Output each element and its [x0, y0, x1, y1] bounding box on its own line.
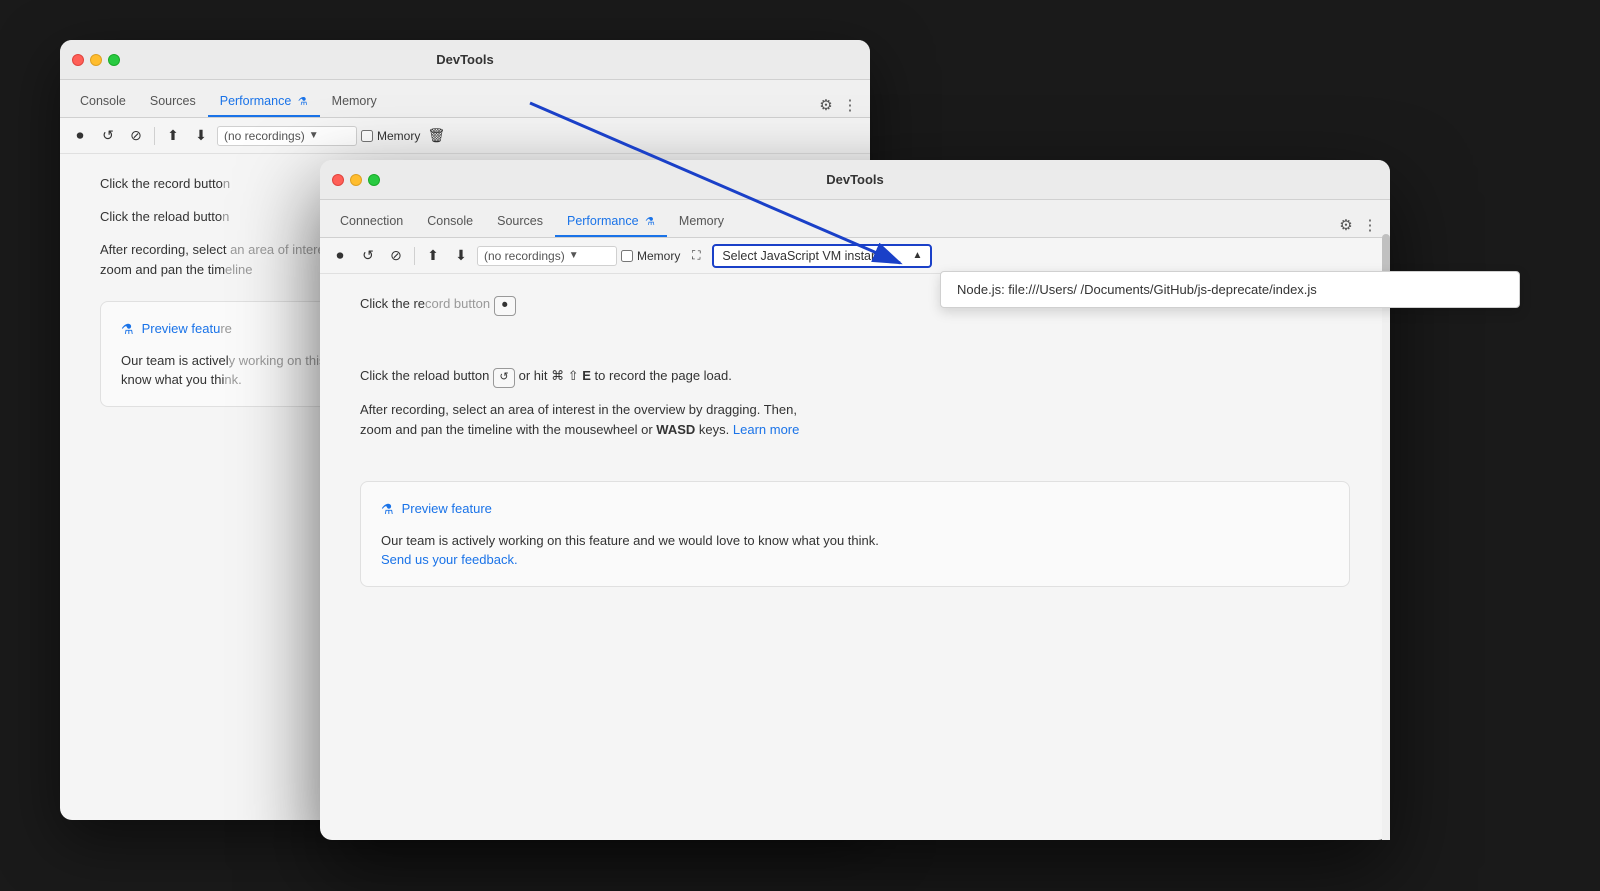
front-window-inner: DevTools Connection Console Sources Perf… [320, 160, 1390, 840]
front-close-button[interactable] [332, 174, 344, 186]
front-tab-console[interactable]: Console [415, 208, 485, 237]
front-more-button[interactable]: ⋮ [1358, 213, 1382, 237]
back-preview-label: Preview feature [142, 319, 232, 340]
back-trash-button[interactable]: 🗑 [424, 124, 448, 148]
back-toolbar: ⏺ ↺ ⊘ ⬆ ⬇ (no recordings) ▼ Memory 🗑 [60, 118, 870, 154]
front-traffic-lights [332, 174, 380, 186]
front-capture-button[interactable]: ⛶ [684, 244, 708, 268]
front-tab-performance[interactable]: Performance ⚗ [555, 208, 667, 237]
front-preview-body: Our team is actively working on this fea… [381, 531, 1329, 570]
vm-dropdown-item[interactable]: Node.js: file:///Users/ /Documents/GitHu… [941, 272, 1390, 307]
memory-check-input[interactable] [361, 130, 373, 142]
front-maximize-button[interactable] [368, 174, 380, 186]
recordings-text: (no recordings) [224, 129, 305, 143]
front-recordings-dropdown[interactable]: (no recordings) ▼ [477, 246, 617, 266]
feedback-link[interactable]: Send us your feedback. [381, 552, 518, 567]
back-window-title: DevTools [436, 52, 494, 67]
back-tab-console[interactable]: Console [68, 88, 138, 117]
front-dropdown-arrow-icon: ▼ [569, 250, 579, 261]
front-memory-checkbox[interactable]: Memory [621, 249, 680, 263]
front-panel-content: Click the record button ⏺ Click the relo… [320, 274, 1390, 607]
back-titlebar: DevTools [60, 40, 870, 80]
front-tab-connection[interactable]: Connection [328, 208, 415, 237]
back-tab-sources[interactable]: Sources [138, 88, 208, 117]
back-tab-performance[interactable]: Performance ⚗ [208, 88, 320, 117]
front-minimize-button[interactable] [350, 174, 362, 186]
back-download-button[interactable]: ⬇ [189, 124, 213, 148]
toolbar-divider-1 [154, 127, 155, 145]
back-more-button[interactable]: ⋮ [838, 93, 862, 117]
front-toolbar-divider-1 [414, 247, 415, 265]
front-recordings-text: (no recordings) [484, 249, 565, 263]
front-devtools-window: DevTools Connection Console Sources Perf… [320, 160, 1390, 840]
front-devtools-tabs: Connection Console Sources Performance ⚗… [320, 200, 1390, 238]
flask-icon: ⚗ [298, 95, 308, 108]
front-cancel-button[interactable]: ⊘ [384, 244, 408, 268]
back-record-button[interactable]: ⏺ [68, 124, 92, 148]
reload-kbd: ↺ [493, 368, 515, 388]
back-reload-button[interactable]: ↺ [96, 124, 120, 148]
wasd-bold: WASD [656, 422, 695, 437]
front-preview-feature-header: ⚗ Preview feature [381, 498, 1329, 520]
back-cancel-button[interactable]: ⊘ [124, 124, 148, 148]
e-key: E [582, 368, 591, 383]
front-settings-button[interactable]: ⚙ [1334, 213, 1358, 237]
vm-instance-dropdown[interactable]: Node.js: file:///Users/ /Documents/GitHu… [940, 271, 1390, 308]
back-close-button[interactable] [72, 54, 84, 66]
front-line3: After recording, select an area of inter… [360, 400, 1350, 442]
back-upload-button[interactable]: ⬆ [161, 124, 185, 148]
back-settings-button[interactable]: ⚙ [814, 93, 838, 117]
back-tab-memory[interactable]: Memory [320, 88, 389, 117]
back-memory-checkbox[interactable]: Memory [361, 129, 420, 143]
memory-checkbox-label: Memory [377, 129, 420, 143]
front-record-button[interactable]: ⏺ [328, 244, 352, 268]
front-window-title: DevTools [826, 172, 884, 187]
back-devtools-tabs: Console Sources Performance ⚗ Memory ⚙ ⋮ [60, 80, 870, 118]
vm-select-label: Select JavaScript VM instance [722, 249, 891, 263]
learn-more-link[interactable]: Learn more [733, 422, 799, 437]
front-line2: Click the reload button ↺ or hit ⌘ ⇧ E t… [360, 366, 1350, 388]
front-vm-select-button[interactable]: Select JavaScript VM instance ▲ [712, 244, 932, 268]
front-toolbar: ⏺ ↺ ⊘ ⬆ ⬇ (no recordings) ▼ Memory ⛶ Sel… [320, 238, 1390, 274]
front-flask-icon: ⚗ [645, 215, 655, 228]
front-preview-feature-box: ⚗ Preview feature Our team is actively w… [360, 481, 1350, 586]
front-tab-memory[interactable]: Memory [667, 208, 736, 237]
front-preview-label: Preview feature [402, 499, 492, 520]
front-preview-flask-icon: ⚗ [381, 498, 394, 520]
dropdown-arrow-icon: ▼ [309, 130, 319, 141]
front-memory-checkbox-label: Memory [637, 249, 680, 263]
back-traffic-lights [72, 54, 120, 66]
front-titlebar: DevTools [320, 160, 1390, 200]
front-memory-check-input[interactable] [621, 250, 633, 262]
front-reload-button[interactable]: ↺ [356, 244, 380, 268]
back-recordings-dropdown[interactable]: (no recordings) ▼ [217, 126, 357, 146]
back-minimize-button[interactable] [90, 54, 102, 66]
record-kbd: ⏺ [494, 296, 516, 316]
front-tab-sources[interactable]: Sources [485, 208, 555, 237]
vm-arrow-icon: ▲ [912, 250, 922, 261]
front-upload-button[interactable]: ⬆ [421, 244, 445, 268]
front-download-button[interactable]: ⬇ [449, 244, 473, 268]
preview-flask-icon: ⚗ [121, 318, 134, 340]
back-maximize-button[interactable] [108, 54, 120, 66]
